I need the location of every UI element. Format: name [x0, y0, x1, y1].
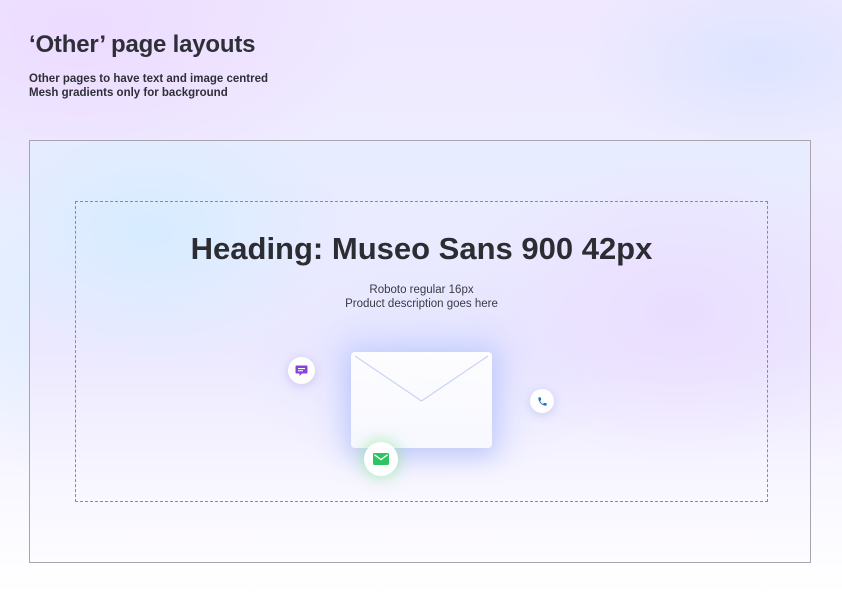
phone-icon	[530, 389, 554, 413]
hero-heading: Heading: Museo Sans 900 42px	[190, 231, 653, 266]
hero-description: Roboto regular 16px Product description …	[76, 283, 767, 311]
note-text-centred: Other pages to have text and image centr…	[29, 73, 269, 85]
envelope-illustration	[351, 352, 492, 448]
note-mesh-gradients: Mesh gradients only for background	[29, 87, 228, 99]
layout-notes: Other pages to have text and image centr…	[29, 72, 268, 100]
hero-description-text: Product description goes here	[345, 298, 498, 310]
envelope-flap-icon	[354, 355, 489, 402]
page-preview-frame: Heading: Museo Sans 900 42px Roboto regu…	[29, 140, 811, 563]
chat-bubble-icon	[288, 357, 315, 384]
hero-description-font: Roboto regular 16px	[369, 284, 474, 296]
mail-icon	[364, 442, 398, 476]
content-safe-area: Heading: Museo Sans 900 42px Roboto regu…	[75, 201, 768, 502]
page-title: ‘Other’ page layouts	[29, 31, 256, 58]
